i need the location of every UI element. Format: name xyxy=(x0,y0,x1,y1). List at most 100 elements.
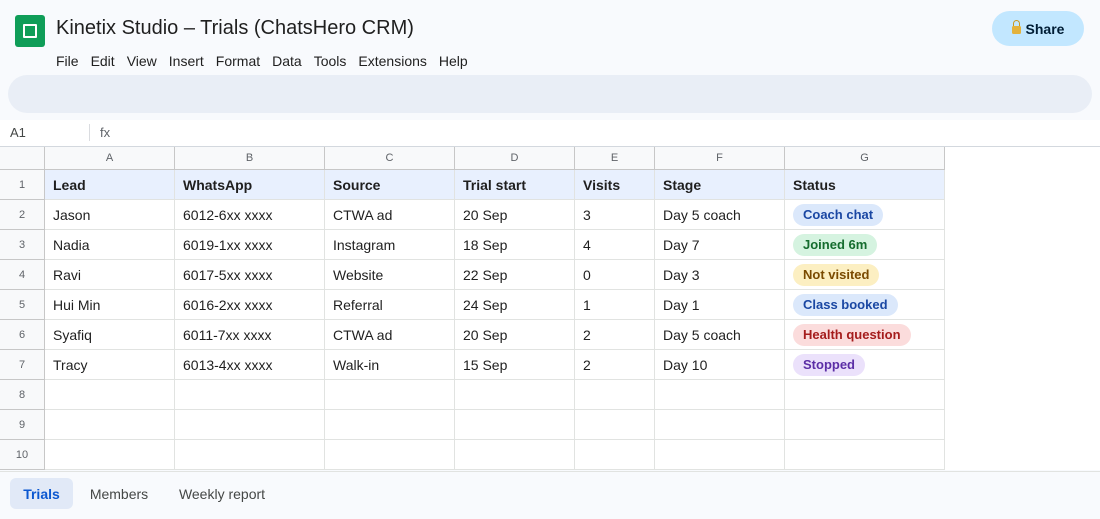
column-header-c[interactable]: C xyxy=(325,147,455,170)
table-cell-source[interactable]: Referral xyxy=(325,290,455,320)
table-cell-visits[interactable]: 1 xyxy=(575,290,655,320)
table-cell-lead[interactable]: Jason xyxy=(45,200,175,230)
row-header-4[interactable]: 4 xyxy=(0,260,45,290)
empty-cell[interactable] xyxy=(655,410,785,440)
menu-file[interactable]: File xyxy=(50,51,85,72)
empty-cell[interactable] xyxy=(45,380,175,410)
empty-cell[interactable] xyxy=(455,380,575,410)
document-title[interactable]: Kinetix Studio – Trials (ChatsHero CRM) xyxy=(56,17,414,40)
menu-view[interactable]: View xyxy=(121,51,163,72)
column-header-f[interactable]: F xyxy=(655,147,785,170)
table-cell-status[interactable]: Class booked xyxy=(785,290,945,320)
header-cell-stage[interactable]: Stage xyxy=(655,170,785,200)
empty-cell[interactable] xyxy=(455,410,575,440)
share-button[interactable]: Share xyxy=(992,11,1084,46)
table-cell-visits[interactable]: 3 xyxy=(575,200,655,230)
sheet-grid-area[interactable]: A B C D E F G 1 Lead WhatsApp Source Trial start Vis… xyxy=(0,147,1100,470)
table-cell-trial-start[interactable]: 22 Sep xyxy=(455,260,575,290)
table-cell-trial-start[interactable]: 18 Sep xyxy=(455,230,575,260)
empty-cell[interactable] xyxy=(325,440,455,470)
table-cell-stage[interactable]: Day 7 xyxy=(655,230,785,260)
empty-cell[interactable] xyxy=(575,440,655,470)
empty-cell[interactable] xyxy=(175,440,325,470)
empty-cell[interactable] xyxy=(175,380,325,410)
row-header-1[interactable]: 1 xyxy=(0,170,45,200)
header-cell-visits[interactable]: Visits xyxy=(575,170,655,200)
row-header-10[interactable]: 10 xyxy=(0,440,45,470)
table-cell-stage[interactable]: Day 5 coach xyxy=(655,320,785,350)
menu-extensions[interactable]: Extensions xyxy=(352,51,432,72)
table-cell-whatsapp[interactable]: 6011-7xx xxxx xyxy=(175,320,325,350)
empty-cell[interactable] xyxy=(785,380,945,410)
table-cell-source[interactable]: Walk-in xyxy=(325,350,455,380)
table-cell-source[interactable]: CTWA ad xyxy=(325,320,455,350)
table-cell-stage[interactable]: Day 1 xyxy=(655,290,785,320)
table-cell-source[interactable]: Website xyxy=(325,260,455,290)
table-cell-lead[interactable]: Tracy xyxy=(45,350,175,380)
table-cell-visits[interactable]: 2 xyxy=(575,350,655,380)
sheet-tab-trials[interactable]: Trials xyxy=(10,478,73,509)
sheet-tab-members[interactable]: Members xyxy=(80,478,158,509)
header-cell-trial-start[interactable]: Trial start xyxy=(455,170,575,200)
table-cell-source[interactable]: Instagram xyxy=(325,230,455,260)
header-cell-whatsapp[interactable]: WhatsApp xyxy=(175,170,325,200)
empty-cell[interactable] xyxy=(325,410,455,440)
row-header-3[interactable]: 3 xyxy=(0,230,45,260)
column-header-e[interactable]: E xyxy=(575,147,655,170)
column-header-a[interactable]: A xyxy=(45,147,175,170)
menu-format[interactable]: Format xyxy=(210,51,266,72)
table-cell-lead[interactable]: Syafiq xyxy=(45,320,175,350)
empty-cell[interactable] xyxy=(655,380,785,410)
empty-cell[interactable] xyxy=(455,440,575,470)
empty-cell[interactable] xyxy=(325,380,455,410)
column-header-d[interactable]: D xyxy=(455,147,575,170)
empty-cell[interactable] xyxy=(175,410,325,440)
table-cell-status[interactable]: Health question xyxy=(785,320,945,350)
table-cell-trial-start[interactable]: 20 Sep xyxy=(455,200,575,230)
table-cell-trial-start[interactable]: 15 Sep xyxy=(455,350,575,380)
sheet-tab-weekly-report[interactable]: Weekly report xyxy=(166,478,278,509)
table-cell-stage[interactable]: Day 3 xyxy=(655,260,785,290)
table-cell-stage[interactable]: Day 5 coach xyxy=(655,200,785,230)
row-header-8[interactable]: 8 xyxy=(0,380,45,410)
table-cell-visits[interactable]: 0 xyxy=(575,260,655,290)
table-cell-status[interactable]: Stopped xyxy=(785,350,945,380)
table-cell-whatsapp[interactable]: 6017-5xx xxxx xyxy=(175,260,325,290)
menu-tools[interactable]: Tools xyxy=(308,51,353,72)
row-header-9[interactable]: 9 xyxy=(0,410,45,440)
empty-cell[interactable] xyxy=(785,440,945,470)
row-header-2[interactable]: 2 xyxy=(0,200,45,230)
header-cell-status[interactable]: Status xyxy=(785,170,945,200)
table-cell-trial-start[interactable]: 24 Sep xyxy=(455,290,575,320)
menu-help[interactable]: Help xyxy=(433,51,474,72)
name-box[interactable]: A1 xyxy=(10,125,26,140)
row-header-5[interactable]: 5 xyxy=(0,290,45,320)
table-cell-status[interactable]: Not visited xyxy=(785,260,945,290)
table-cell-whatsapp[interactable]: 6012-6xx xxxx xyxy=(175,200,325,230)
select-all-corner[interactable] xyxy=(0,147,45,170)
menu-data[interactable]: Data xyxy=(266,51,308,72)
table-cell-source[interactable]: CTWA ad xyxy=(325,200,455,230)
empty-cell[interactable] xyxy=(575,380,655,410)
menu-edit[interactable]: Edit xyxy=(85,51,121,72)
table-cell-lead[interactable]: Ravi xyxy=(45,260,175,290)
empty-cell[interactable] xyxy=(785,410,945,440)
empty-cell[interactable] xyxy=(655,440,785,470)
table-cell-status[interactable]: Joined 6m xyxy=(785,230,945,260)
table-cell-visits[interactable]: 2 xyxy=(575,320,655,350)
sheets-logo-icon[interactable] xyxy=(15,15,45,47)
table-cell-trial-start[interactable]: 20 Sep xyxy=(455,320,575,350)
table-cell-whatsapp[interactable]: 6019-1xx xxxx xyxy=(175,230,325,260)
table-cell-lead[interactable]: Hui Min xyxy=(45,290,175,320)
table-cell-visits[interactable]: 4 xyxy=(575,230,655,260)
row-header-7[interactable]: 7 xyxy=(0,350,45,380)
table-cell-status[interactable]: Coach chat xyxy=(785,200,945,230)
empty-cell[interactable] xyxy=(575,410,655,440)
empty-cell[interactable] xyxy=(45,440,175,470)
row-header-6[interactable]: 6 xyxy=(0,320,45,350)
empty-cell[interactable] xyxy=(45,410,175,440)
header-cell-lead[interactable]: Lead xyxy=(45,170,175,200)
table-cell-whatsapp[interactable]: 6016-2xx xxxx xyxy=(175,290,325,320)
column-header-b[interactable]: B xyxy=(175,147,325,170)
table-cell-lead[interactable]: Nadia xyxy=(45,230,175,260)
